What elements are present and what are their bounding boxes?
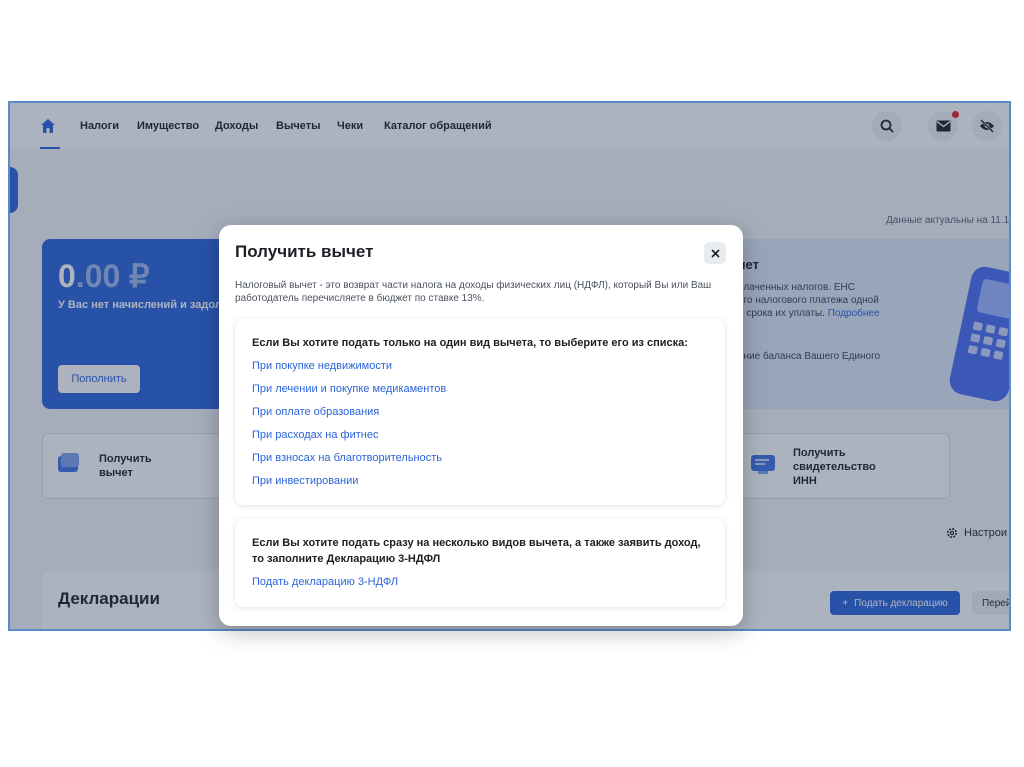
option-real-estate[interactable]: При покупке недвижимости: [252, 360, 392, 372]
option-education[interactable]: При оплате образования: [252, 406, 379, 418]
submit-3ndfl-link[interactable]: Подать декларацию 3-НДФЛ: [252, 576, 398, 588]
close-icon: [710, 248, 720, 258]
multiple-deduction-heading: Если Вы хотите подать сразу на несколько…: [252, 537, 701, 565]
option-treatment[interactable]: При лечении и покупке медикаментов: [252, 383, 446, 395]
modal-close-button[interactable]: [704, 242, 726, 264]
get-deduction-modal: Получить вычет Налоговый вычет - это воз…: [219, 225, 743, 626]
option-fitness[interactable]: При расходах на фитнес: [252, 429, 378, 441]
multiple-deduction-section: Если Вы хотите подать сразу на несколько…: [235, 519, 725, 607]
modal-title: Получить вычет: [235, 242, 374, 261]
single-deduction-section: Если Вы хотите подать только на один вид…: [235, 319, 725, 505]
single-deduction-heading: Если Вы хотите подать только на один вид…: [252, 337, 688, 349]
modal-description: Налоговый вычет - это возврат части нало…: [235, 280, 712, 304]
option-charity[interactable]: При взносах на благотворительность: [252, 452, 442, 464]
option-investing[interactable]: При инвестировании: [252, 475, 358, 487]
